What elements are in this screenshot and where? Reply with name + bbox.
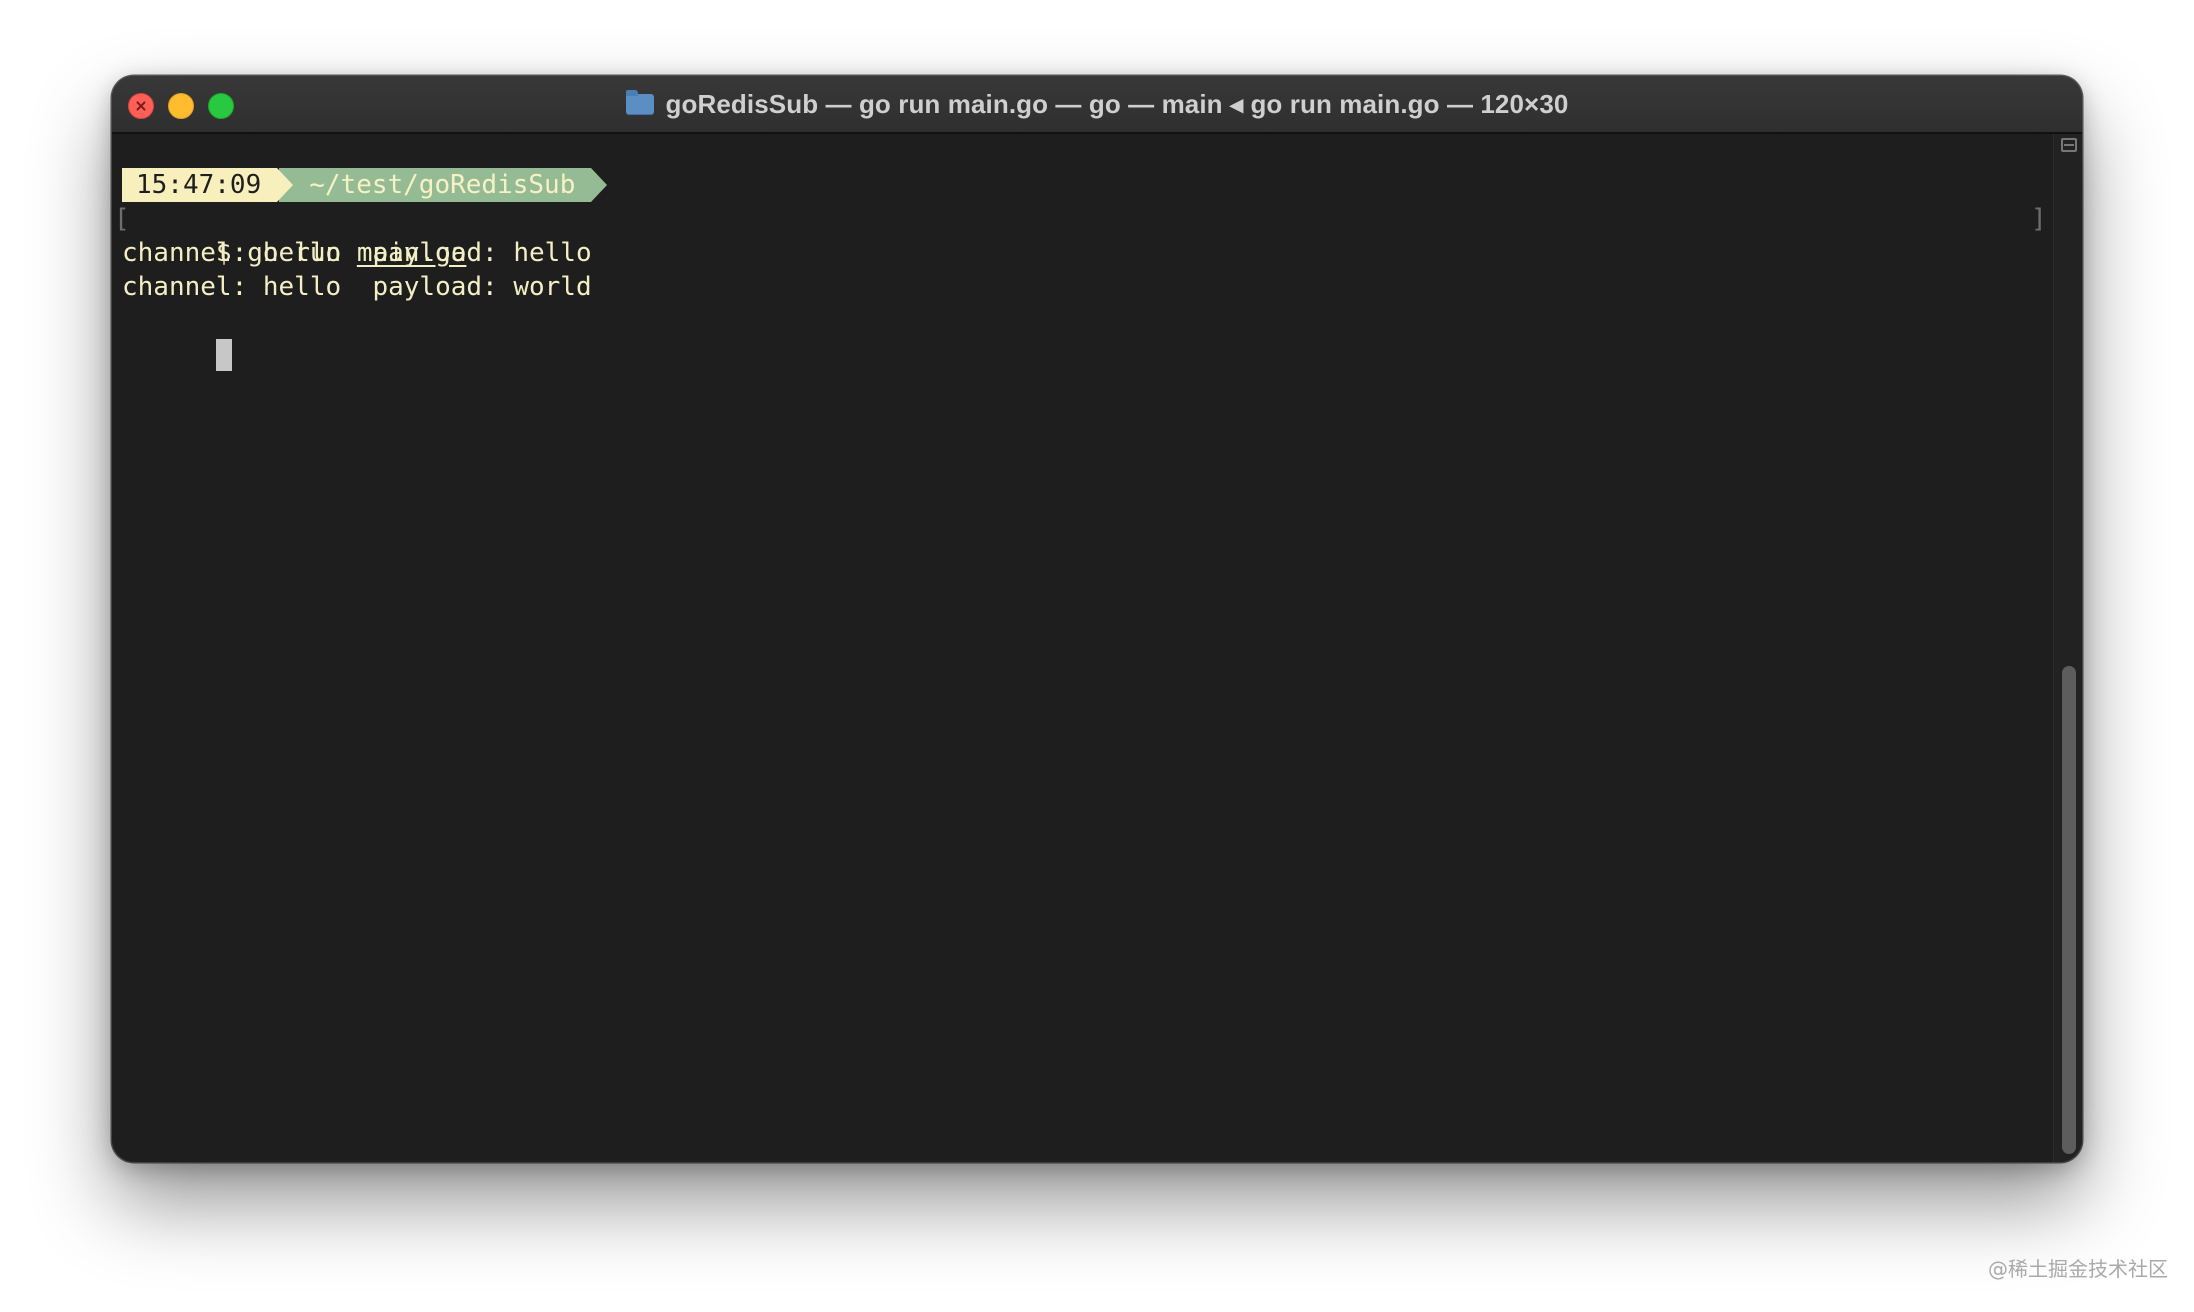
text-cursor	[215, 339, 232, 371]
prompt-time: 15:47:09	[122, 168, 294, 202]
title-bar[interactable]: goRedisSub — go run main.go — go — main …	[112, 76, 2082, 134]
cursor-line	[122, 304, 2042, 371]
window-title: goRedisSub — go run main.go — go — main …	[665, 88, 1569, 119]
scrollbar-thumb[interactable]	[2062, 666, 2076, 1154]
output-line: channel: hello payload: hello	[122, 238, 592, 268]
prompt-path: ~/test/goRedisSub	[279, 168, 608, 202]
command-line: [$ go run main.go	[114, 202, 2042, 268]
prompt-line: 15:47:09 ~/test/goRedisSub	[122, 168, 2042, 202]
terminal-content[interactable]: 15:47:09 ~/test/goRedisSub [$ go run mai…	[114, 168, 2042, 371]
terminal-window: goRedisSub — go run main.go — go — main …	[112, 76, 2082, 1162]
split-pane-icon[interactable]	[2061, 138, 2077, 152]
output-line: channel: hello payload: world	[122, 272, 592, 302]
left-bracket-marker: [	[114, 204, 130, 234]
folder-icon	[625, 89, 654, 115]
window-title-wrap: goRedisSub — go run main.go — go — main …	[112, 76, 2082, 132]
watermark: @稀土掘金技术社区	[1988, 1257, 2168, 1281]
right-bracket-marker: ]	[2031, 204, 2047, 234]
